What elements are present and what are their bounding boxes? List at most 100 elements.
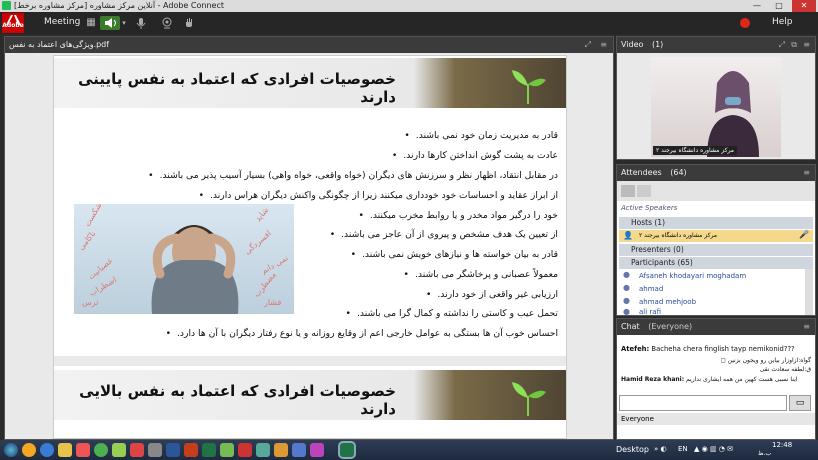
participant-name: ahmad mehjoob xyxy=(639,298,697,306)
maximize-button[interactable]: □ xyxy=(768,0,790,12)
image-word: فشار xyxy=(264,298,282,307)
tray-icons[interactable]: » ◐ xyxy=(654,445,667,453)
pod-menu-icon[interactable]: ≡ xyxy=(600,37,607,53)
pod-menu-icon[interactable]: ≡ xyxy=(803,37,810,53)
chat-sender: Hamid Reza khani: xyxy=(621,376,685,383)
language-indicator[interactable]: EN xyxy=(678,445,688,453)
clock-time[interactable]: 12:48 xyxy=(772,441,792,449)
app6-taskbar-icon[interactable] xyxy=(310,443,324,457)
user-icon: ● xyxy=(623,270,630,279)
speaker-dropdown-icon[interactable]: ▾ xyxy=(120,17,128,29)
bullet-item: ارزیابی غیر واقعی از خود دارند. xyxy=(426,289,558,300)
adobe-connect-taskbar-icon[interactable] xyxy=(238,443,252,457)
chat-text: اینا نسبی هست کهین من همه ایشاری نداریم xyxy=(686,376,798,383)
adobe-logo: Adobe xyxy=(2,13,24,33)
participant-name: ahmad xyxy=(639,285,664,293)
microphone-icon[interactable] xyxy=(134,17,148,29)
bullet-item: احساس خوب آن ها بستگی به عوامل خارجی اعم… xyxy=(166,328,558,339)
chat-text: ق:لطفه سعادت نقی xyxy=(759,366,811,373)
webcam-icon[interactable] xyxy=(160,17,174,29)
fullscreen-icon[interactable]: ⤢ xyxy=(779,37,785,53)
settings-taskbar-icon[interactable] xyxy=(148,443,162,457)
app-taskbar-icon[interactable] xyxy=(112,443,126,457)
pop-out-icon[interactable]: ⧉ xyxy=(791,37,797,53)
folder-taskbar-icon[interactable] xyxy=(58,443,72,457)
image-word: ترس xyxy=(82,298,99,307)
slide-separator xyxy=(54,356,566,366)
chat-recipient-tab[interactable]: Everyone xyxy=(617,413,815,425)
powerpoint-taskbar-icon[interactable] xyxy=(184,443,198,457)
word-taskbar-icon[interactable] xyxy=(166,443,180,457)
participants-section[interactable]: Participants (65) xyxy=(619,257,813,269)
window-title-bar: آنلاین مرکز مشاوره [مرکز مشاوره برخط] - … xyxy=(0,0,818,12)
attendees-title: Attendees xyxy=(621,168,662,177)
bullet-item: خود را درگیر مواد مخدر و یا روابط مخرب م… xyxy=(358,210,558,221)
start-button-icon[interactable] xyxy=(4,443,18,457)
app4-taskbar-icon[interactable] xyxy=(274,443,288,457)
user-icon: ● xyxy=(623,283,630,292)
user-icon: 👤 xyxy=(623,231,633,240)
participant-name: ali rafi xyxy=(639,308,661,316)
chat-pod: Chat (Everyone) ≡ Atefeh: Bacheha chera … xyxy=(616,318,816,440)
attendees-toolbar xyxy=(617,181,815,201)
list-view-icon[interactable] xyxy=(621,185,635,197)
help-menu[interactable]: Help xyxy=(772,17,793,27)
host-row[interactable]: 👤 مرکز مشاوره دانشگاه بیرجند ۲ 🎤 xyxy=(619,230,813,242)
user-icon: ● xyxy=(623,307,630,316)
bullet-item: در مقابل انتقاد، اظهار نظر و سرزنش های د… xyxy=(148,170,558,181)
chat-input[interactable] xyxy=(619,395,787,411)
fullscreen-icon[interactable]: ⤢ xyxy=(585,37,591,53)
meeting-menu[interactable]: Meeting xyxy=(44,17,80,27)
hosts-section[interactable]: Hosts (1) xyxy=(619,217,813,229)
minimize-button[interactable]: — xyxy=(746,0,768,12)
pdf-taskbar-icon[interactable] xyxy=(130,443,144,457)
participant-row[interactable]: ● Afsaneh khodayari moghadam xyxy=(619,270,799,282)
host-name: مرکز مشاوره دانشگاه بیرجند ۲ xyxy=(639,232,717,239)
slide-viewer[interactable]: خصوصیات افرادی که اعتماد به نفس پایینی د… xyxy=(53,55,567,439)
send-chat-button[interactable]: ▭ xyxy=(789,395,811,411)
app3-taskbar-icon[interactable] xyxy=(256,443,270,457)
chat-message: ق:لطفه سعادت نقی xyxy=(621,366,811,373)
participant-row[interactable]: ● ali rafi xyxy=(619,307,799,317)
raise-hand-icon[interactable] xyxy=(182,17,196,29)
bullet-item: قادر به مدیریت زمان خود نمی باشند. xyxy=(404,130,558,141)
tray-status-icons[interactable]: ▲ ◉ ▥ ◔ ✉ xyxy=(694,445,733,453)
speaker-icon xyxy=(105,18,116,28)
chat-message: Hamid Reza khani: اینا نسبی هست کهین من … xyxy=(621,376,797,383)
pod-menu-icon[interactable]: ≡ xyxy=(803,165,810,181)
share-filename: ویژگی‌های اعتماد به نفس.pdf xyxy=(9,40,110,49)
chat-text: Bacheha chera finglish tayp nemikonid??? xyxy=(651,345,795,353)
pod-menu-icon[interactable]: ≡ xyxy=(803,319,810,335)
chat-recipient: Everyone xyxy=(621,415,654,423)
presenters-section[interactable]: Presenters (0) xyxy=(619,244,813,256)
participant-row[interactable]: ● ahmad xyxy=(619,283,799,295)
slide2-title: خصوصیات افرادی که اعتماد به نفس بالایی د… xyxy=(79,382,396,418)
grid-view-icon[interactable] xyxy=(637,185,651,197)
webcam-video[interactable]: مرکز مشاوره دانشگاه بیرجند ۲ xyxy=(651,57,781,157)
layout-grid-icon[interactable]: ▦ xyxy=(84,17,98,29)
attendees-pod: Attendees (64) ≡ Active Speakers Hosts (… xyxy=(616,164,816,316)
participants-scrollbar[interactable] xyxy=(805,269,813,315)
chat-scope: (Everyone) xyxy=(648,322,693,331)
chrome-taskbar-icon[interactable] xyxy=(22,443,36,457)
app2-taskbar-icon[interactable] xyxy=(220,443,234,457)
sprout-icon xyxy=(512,70,546,104)
browser-taskbar-icon[interactable] xyxy=(40,443,54,457)
desktop-label[interactable]: Desktop xyxy=(616,445,649,454)
window-title: آنلاین مرکز مشاوره [مرکز مشاوره برخط] - … xyxy=(14,1,224,10)
app5-taskbar-icon[interactable] xyxy=(292,443,306,457)
hosts-label: Hosts (1) xyxy=(631,218,665,227)
video-pod-count: (1) xyxy=(651,40,664,49)
attendees-count: (64) xyxy=(670,168,687,177)
speaker-button[interactable] xyxy=(100,16,120,30)
excel-taskbar-icon[interactable] xyxy=(202,443,216,457)
chrome-browser-icon[interactable] xyxy=(94,443,108,457)
media-taskbar-icon[interactable] xyxy=(76,443,90,457)
bullet-item: عادت به پشت گوش انداختن کارها دارند. xyxy=(392,150,558,161)
active-app-taskbar-icon[interactable] xyxy=(340,443,354,457)
close-button[interactable]: ✕ xyxy=(792,0,816,12)
slide2-header: خصوصیات افرادی که اعتماد به نفس بالایی د… xyxy=(54,370,566,420)
record-indicator-icon[interactable] xyxy=(740,18,750,28)
presenters-label: Presenters (0) xyxy=(631,245,684,254)
bullet-item: قادر به بیان خواسته ها و نیازهای خویش نم… xyxy=(351,249,558,260)
